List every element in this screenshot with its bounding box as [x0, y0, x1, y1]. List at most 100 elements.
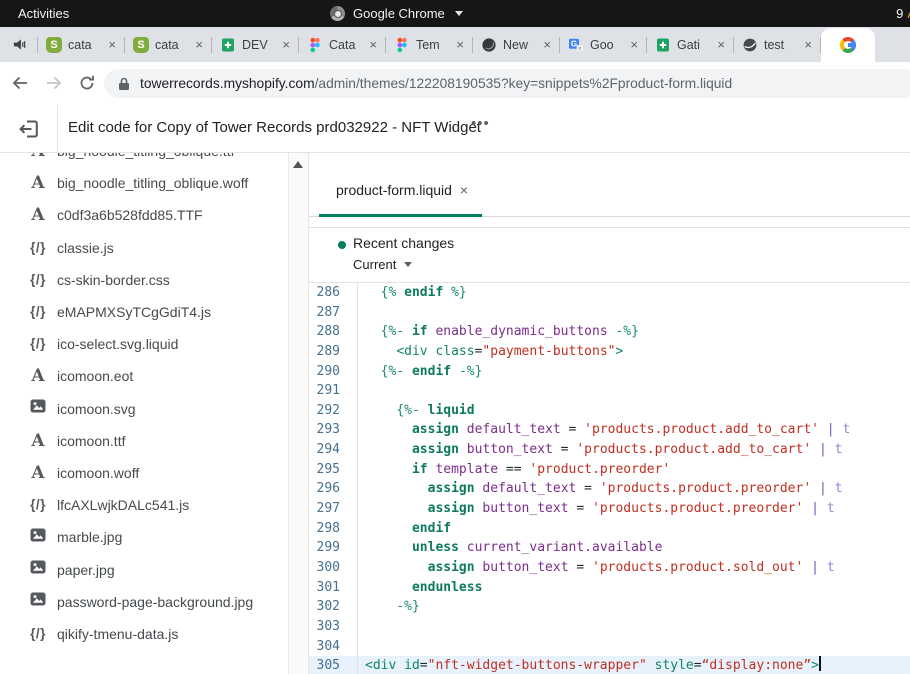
code-line-305[interactable]: 305<div id="nft-widget-buttons-wrapper" … [309, 656, 910, 674]
file-item-icomoon.woff[interactable]: Aicomoon.woff [0, 457, 288, 489]
code-line-289[interactable]: 289 <div class="payment-buttons"> [309, 342, 910, 362]
code-line-290[interactable]: 290 {%- endif -%} [309, 362, 910, 382]
figma-favicon [394, 37, 410, 53]
code-line-text: unless current_variant.available [358, 538, 662, 558]
code-line-text: assign default_text = 'products.product.… [358, 479, 842, 499]
font-file-icon: A [31, 463, 44, 483]
file-item-eMAPMXSyTCgGdiT4.js[interactable]: {/}eMAPMXSyTCgGdiT4.js [0, 296, 288, 328]
code-line-299[interactable]: 299 unless current_variant.available [309, 538, 910, 558]
browser-tab-New[interactable]: New× [473, 27, 559, 62]
code-line-301[interactable]: 301 endunless [309, 578, 910, 598]
code-line-text: {% endif %} [358, 283, 467, 303]
file-item-icomoon.ttf[interactable]: Aicomoon.ttf [0, 425, 288, 457]
tab-close-icon[interactable]: × [456, 38, 464, 51]
tab-close-icon[interactable]: × [804, 38, 812, 51]
code-line-304[interactable]: 304 [309, 637, 910, 657]
code-line-300[interactable]: 300 assign button_text = 'products.produ… [309, 558, 910, 578]
version-dropdown[interactable]: Current [353, 257, 412, 272]
editor-tab-product-form[interactable]: product-form.liquid × [319, 165, 482, 217]
tab-close-icon[interactable]: × [717, 38, 725, 51]
browser-tab-Cata[interactable]: Cata× [299, 27, 385, 62]
address-bar[interactable]: towerrecords.myshopify.com/admin/themes/… [104, 69, 910, 98]
code-line-text: {%- if enable_dynamic_buttons -%} [358, 322, 639, 342]
code-line-text: assign button_text = 'products.product.s… [358, 558, 835, 578]
activities-button[interactable]: Activities [18, 6, 69, 21]
sidebar-scrollbar[interactable] [288, 153, 308, 674]
code-line-text: {%- liquid [358, 401, 475, 421]
tab-divider [124, 37, 125, 53]
tab-close-icon[interactable]: × [369, 38, 377, 51]
browser-tab-cata[interactable]: Scata× [38, 27, 124, 62]
text-cursor [819, 656, 821, 671]
browser-tab-cata[interactable]: Scata× [125, 27, 211, 62]
back-button[interactable] [10, 73, 30, 96]
line-number: 291 [309, 381, 358, 401]
url-text: towerrecords.myshopify.com/admin/themes/… [140, 76, 732, 91]
browser-tab-DEV[interactable]: DEV× [212, 27, 298, 62]
tab-divider [298, 37, 299, 53]
file-name: big_noodle_titling_oblique.ttf [57, 153, 234, 159]
tab-divider [472, 37, 473, 53]
scroll-up-arrow-icon[interactable] [293, 161, 303, 168]
close-icon[interactable]: × [460, 182, 468, 198]
code-line-287[interactable]: 287 [309, 303, 910, 323]
code-line-297[interactable]: 297 assign button_text = 'products.produ… [309, 499, 910, 519]
sheets-favicon [655, 37, 671, 53]
code-line-295[interactable]: 295 if template == 'product.preorder' [309, 460, 910, 480]
google-favicon [840, 37, 856, 53]
globe-favicon [742, 37, 758, 53]
file-item-cs-skin-border.css[interactable]: {/}cs-skin-border.css [0, 264, 288, 296]
file-item-icomoon.eot[interactable]: Aicomoon.eot [0, 360, 288, 392]
line-number: 305 [309, 656, 358, 674]
unsaved-changes-dot [338, 241, 346, 249]
file-item-qikify-tmenu-data.js[interactable]: {/}qikify-tmenu-data.js [0, 618, 288, 650]
app-menu[interactable]: Google Chrome [330, 6, 463, 21]
file-item-ico-select.svg.liquid[interactable]: {/}ico-select.svg.liquid [0, 328, 288, 360]
file-item-icomoon.svg[interactable]: icomoon.svg [0, 393, 288, 425]
code-line-298[interactable]: 298 endif [309, 519, 910, 539]
code-line-294[interactable]: 294 assign button_text = 'products.produ… [309, 440, 910, 460]
code-line-292[interactable]: 292 {%- liquid [309, 401, 910, 421]
file-item-big_noodle_titling_oblique.ttf[interactable]: Abig_noodle_titling_oblique.ttf [0, 153, 288, 167]
code-line-286[interactable]: 286 {% endif %} [309, 283, 910, 303]
file-name: ico-select.svg.liquid [57, 336, 178, 352]
code-file-icon: {/} [30, 272, 46, 287]
browser-tab-Goo[interactable]: GxGoo× [560, 27, 646, 62]
exit-code-editor-button[interactable] [17, 117, 41, 141]
reload-button[interactable] [78, 74, 96, 95]
file-item-c0df3a6b528fdd85.TTF[interactable]: Ac0df3a6b528fdd85.TTF [0, 199, 288, 231]
browser-tab-Tem[interactable]: Tem× [386, 27, 472, 62]
file-item-marble.jpg[interactable]: marble.jpg [0, 521, 288, 553]
file-item-classie.js[interactable]: {/}classie.js [0, 232, 288, 264]
browser-tab-active[interactable] [821, 28, 875, 62]
line-number: 303 [309, 617, 358, 637]
code-line-302[interactable]: 302 -%} [309, 597, 910, 617]
chevron-down-icon [404, 262, 412, 267]
screen: Activities Google Chrome 9 A Scata×Scata… [0, 0, 910, 674]
code-area[interactable]: 286 {% endif %}287288 {%- if enable_dyna… [309, 283, 910, 674]
tab-close-icon[interactable]: × [108, 38, 116, 51]
file-item-paper.jpg[interactable]: paper.jpg [0, 553, 288, 585]
code-line-303[interactable]: 303 [309, 617, 910, 637]
tab-title: test [764, 38, 798, 52]
forward-button[interactable] [44, 73, 64, 96]
browser-tab-test[interactable]: test × [734, 27, 820, 62]
browser-tab-Gati[interactable]: Gati× [647, 27, 733, 62]
tab-divider [559, 37, 560, 53]
code-line-293[interactable]: 293 assign default_text = 'products.prod… [309, 420, 910, 440]
tab-close-icon[interactable]: × [543, 38, 551, 51]
code-line-296[interactable]: 296 assign default_text = 'products.prod… [309, 479, 910, 499]
tab-close-icon[interactable]: × [282, 38, 290, 51]
file-item-lfcAXLwjkDALc541.js[interactable]: {/}lfcAXLwjkDALc541.js [0, 489, 288, 521]
system-clock[interactable]: 9 A [896, 0, 910, 27]
more-actions-button[interactable]: ••• [465, 114, 496, 133]
code-line-291[interactable]: 291 [309, 381, 910, 401]
file-item-big_noodle_titling_oblique.woff[interactable]: Abig_noodle_titling_oblique.woff [0, 167, 288, 199]
file-item-password-page-background.jpg[interactable]: password-page-background.jpg [0, 586, 288, 618]
tab-close-icon[interactable]: × [195, 38, 203, 51]
code-line-288[interactable]: 288 {%- if enable_dynamic_buttons -%} [309, 322, 910, 342]
file-name: lfcAXLwjkDALc541.js [57, 497, 189, 513]
tab-close-icon[interactable]: × [630, 38, 638, 51]
image-file-icon [30, 592, 46, 606]
audio-indicator-icon[interactable] [12, 37, 27, 52]
